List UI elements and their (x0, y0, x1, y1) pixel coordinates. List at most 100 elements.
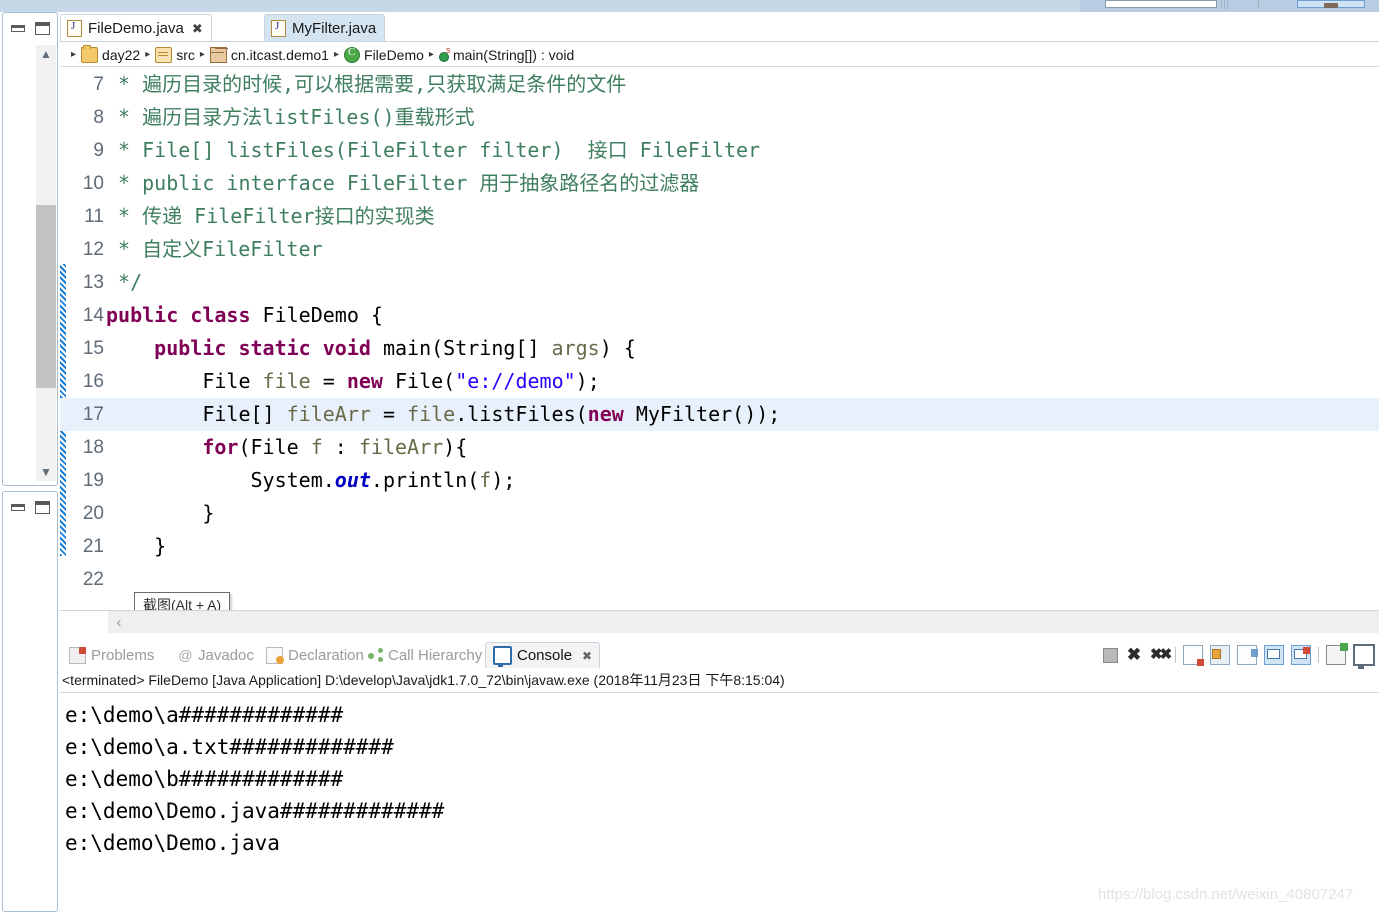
code-line-source: File file = new File("e://demo"); (106, 365, 599, 398)
code-line[interactable]: 20 } (60, 497, 1379, 530)
minimize-console-button[interactable] (1353, 644, 1375, 669)
open-console-button[interactable] (1326, 643, 1348, 665)
line-number: 13 (82, 272, 104, 293)
toolbar-highlighted-button[interactable] (1297, 0, 1365, 8)
window-top-strip-inner (0, 0, 1080, 12)
tab-declaration[interactable]: Declaration (259, 642, 371, 668)
pin-console-button[interactable] (1237, 645, 1258, 665)
breadcrumb-item-package[interactable]: cn.itcast.demo1 (209, 46, 329, 63)
code-token: * 自定义FileFilter (106, 237, 323, 261)
problems-icon (69, 646, 86, 664)
show-console-on-output-button[interactable] (1291, 645, 1311, 665)
console-divider (60, 692, 1379, 693)
code-line-source: * 遍历目录的时候,可以根据需要,只获取满足条件的文件 (106, 68, 626, 101)
code-line[interactable]: 22 (60, 563, 1379, 596)
code-line-source: public static void main(String[] args) { (106, 332, 636, 365)
maximize-icon[interactable] (35, 22, 50, 35)
breadcrumb-item-project[interactable]: day22 (81, 44, 140, 63)
breadcrumb-item-class[interactable]: FileDemo (344, 46, 424, 63)
line-number: 17 (82, 404, 104, 425)
package-icon (209, 46, 227, 63)
breadcrumb: ▸ day22 ▸ src ▸ cn.itcast.demo1 ▸ FileDe… (60, 43, 1379, 67)
code-token: * File[] listFiles(FileFilter filter) 接口… (106, 138, 761, 162)
code-line[interactable]: 11 * 传递 FileFilter接口的实现类 (60, 200, 1379, 233)
folder-icon (81, 44, 99, 63)
code-line[interactable]: 12 * 自定义FileFilter (60, 233, 1379, 266)
code-line[interactable]: 21 } (60, 530, 1379, 563)
console-tab-label: Console (517, 647, 573, 664)
tab-problems[interactable]: Problems (62, 642, 161, 668)
left-rail-scrollbar[interactable]: ▲ ▼ (36, 45, 56, 481)
breadcrumb-item-method[interactable]: main(String[]) : void (438, 45, 575, 63)
close-icon[interactable]: ✖ (582, 649, 592, 663)
source-folder-icon (155, 46, 173, 63)
clear-console-button[interactable] (1183, 645, 1204, 666)
code-line[interactable]: 15 public static void main(String[] args… (60, 332, 1379, 365)
editor-bottom-edge (60, 633, 1379, 635)
editor-tab-bar: FileDemo.java ✖ MyFilter.java (60, 12, 1379, 42)
code-token: file (262, 369, 311, 393)
code-editor[interactable]: 7 * 遍历目录的时候,可以根据需要,只获取满足条件的文件 8 * 遍历目录方法l… (60, 68, 1379, 620)
code-line[interactable]: 17 File[] fileArr = file.listFiles(new M… (60, 398, 1379, 431)
editor-tab-myfilter[interactable]: MyFilter.java (264, 14, 386, 42)
code-token: new (346, 369, 396, 393)
code-token: f (479, 468, 492, 492)
scroll-lock-button[interactable] (1210, 645, 1230, 665)
code-line-source: File[] fileArr = file.listFiles(new MyFi… (106, 398, 780, 431)
line-number: 15 (82, 338, 104, 359)
code-token: MyFilter()); (635, 402, 781, 426)
editor-tab-filedemo[interactable]: FileDemo.java ✖ (60, 14, 212, 42)
close-icon[interactable]: ✖ (192, 21, 203, 37)
code-line-source: * public interface FileFilter 用于抽象路径名的过滤… (106, 167, 699, 200)
breadcrumb-label: main(String[]) : void (452, 46, 575, 63)
remove-all-launches-button[interactable]: ✖✖ (1150, 646, 1172, 664)
tab-console[interactable]: Console ✖ (485, 642, 601, 668)
maximize-icon[interactable] (35, 501, 50, 514)
eclipse-ide-window: ▲ ▼ FileDemo.java ✖ MyFilter.java (0, 0, 1379, 914)
minimize-icon[interactable] (11, 25, 25, 32)
code-line[interactable]: 8 * 遍历目录方法listFiles()重载形式 (60, 101, 1379, 134)
remove-launch-button[interactable]: ✖ (1125, 646, 1143, 664)
code-token: args (551, 336, 600, 360)
code-token: = (370, 402, 408, 426)
code-line[interactable]: 14 public class FileDemo { (60, 299, 1379, 332)
code-line[interactable]: 10 * public interface FileFilter 用于抽象路径名… (60, 167, 1379, 200)
code-token: System. (106, 468, 335, 492)
code-line[interactable]: 9 * File[] listFiles(FileFilter filter) … (60, 134, 1379, 167)
line-number: 19 (82, 470, 104, 491)
scroll-up-arrow-icon[interactable]: ▲ (36, 45, 56, 63)
code-lines: 7 * 遍历目录的时候,可以根据需要,只获取满足条件的文件 8 * 遍历目录方法l… (60, 68, 1379, 596)
chevron-right-icon: ▸ (145, 49, 151, 60)
code-line-source: */ (106, 266, 142, 299)
chevron-right-icon: ▸ (333, 49, 340, 60)
minimize-icon[interactable] (11, 504, 25, 511)
java-file-icon (67, 20, 82, 37)
code-token: * 遍历目录方法listFiles()重载形式 (106, 105, 475, 129)
line-number: 9 (93, 140, 104, 161)
toolbar-divider (1258, 0, 1259, 7)
code-line[interactable]: 19 System.out.println(f); (60, 464, 1379, 497)
code-token: */ (106, 270, 143, 294)
code-line[interactable]: 16 File file = new File("e://demo"); (60, 365, 1379, 398)
toolbar-text-box[interactable] (1105, 0, 1217, 8)
scroll-left-arrow-icon[interactable]: ‹ (110, 614, 128, 632)
toolbar-drag-handle[interactable] (1221, 0, 1228, 9)
scroll-down-arrow-icon[interactable]: ▼ (36, 463, 56, 481)
left-rail-bottom-panel (2, 491, 58, 912)
terminate-button[interactable] (1103, 647, 1118, 663)
code-line[interactable]: 18 for(File f : fileArr){ (60, 431, 1379, 464)
scrollbar-thumb[interactable] (36, 205, 56, 388)
console-output[interactable]: e:\demo\a############# e:\demo\a.txt#####… (60, 695, 1379, 914)
class-icon (344, 46, 361, 63)
tab-call-hierarchy[interactable]: Call Hierarchy (361, 642, 489, 668)
code-line-source: System.out.println(f); (106, 464, 515, 497)
console-output-line: e:\demo\a############# (65, 703, 344, 727)
editor-horizontal-scrollbar[interactable]: ‹ (60, 610, 1379, 635)
display-selected-console-button[interactable] (1264, 645, 1284, 665)
code-token: public static void (154, 336, 383, 360)
breadcrumb-item-src[interactable]: src (155, 46, 195, 63)
tab-javadoc[interactable]: @ Javadoc (171, 642, 261, 668)
chevron-right-icon: ▸ (71, 49, 77, 60)
code-line[interactable]: 13 */ (60, 266, 1379, 299)
code-line[interactable]: 7 * 遍历目录的时候,可以根据需要,只获取满足条件的文件 (60, 68, 1379, 101)
